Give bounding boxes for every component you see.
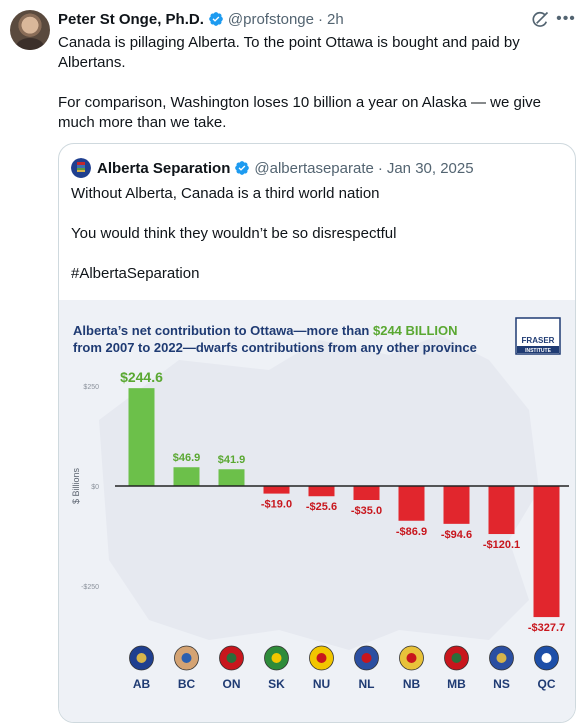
- bar-QC: [533, 486, 560, 618]
- value-label-MB: -$94.6: [441, 529, 472, 541]
- quoted-author-handle[interactable]: @albertaseparate: [254, 160, 373, 177]
- y-tick-label-1: $0: [91, 484, 99, 491]
- quoted-paragraph-1: Without Alberta, Canada is a third world…: [71, 185, 380, 202]
- bar-NL: [353, 486, 380, 500]
- flag-BC-emblem: [181, 653, 192, 663]
- flag-MB-emblem: [451, 653, 462, 663]
- grok-icon[interactable]: [530, 10, 550, 30]
- quoted-tweet-date[interactable]: Jan 30, 2025: [387, 160, 474, 177]
- value-label-NL: -$35.0: [351, 505, 382, 517]
- tweet-header: Peter St Onge, Ph.D. @profstonge · 2h: [58, 10, 344, 28]
- flag-AB-emblem: [136, 653, 147, 663]
- value-label-AB: $244.6: [120, 369, 163, 385]
- category-label-AB: AB: [133, 677, 151, 691]
- verified-badge-icon: [235, 161, 250, 175]
- chart-image[interactable]: Alberta’s net contribution to Ottawa—mor…: [59, 300, 575, 722]
- logo-line-2: INSTITUTE: [525, 348, 551, 354]
- bar-NS: [488, 486, 515, 535]
- y-axis-label: $ Billions: [71, 467, 81, 504]
- author-name[interactable]: Peter St Onge, Ph.D.: [58, 11, 204, 28]
- bar-MB: [443, 486, 470, 524]
- quoted-header-separator: ·: [377, 159, 383, 177]
- logo-line-1: FRASER: [522, 336, 555, 345]
- flag-NS-emblem: [496, 653, 507, 663]
- bar-SK: [263, 486, 290, 494]
- y-axis-ticks: $250 $0 -$250: [81, 384, 99, 591]
- bar-ON: [218, 469, 245, 486]
- quoted-tweet-header: Alberta Separation @albertaseparate · Ja…: [71, 158, 474, 178]
- verified-badge-icon: [209, 12, 223, 26]
- tweet-paragraph-1: Canada is pillaging Alberta. To the poin…: [58, 34, 520, 71]
- value-label-NS: -$120.1: [483, 539, 520, 551]
- chart-title-highlight: $244 BILLION: [373, 323, 458, 338]
- more-options-icon[interactable]: •••: [556, 9, 576, 29]
- chart-title-line-1: Alberta’s net contribution to Ottawa—mor…: [73, 323, 458, 338]
- flag-NB-emblem: [406, 653, 417, 663]
- flag-ON-emblem: [226, 653, 237, 663]
- y-tick-label-2: -$250: [81, 584, 99, 591]
- category-label-SK: SK: [268, 677, 285, 691]
- category-label-QC: QC: [538, 677, 556, 691]
- y-tick-label-0: $250: [83, 384, 99, 391]
- flag-QC-emblem: [541, 653, 552, 663]
- category-labels: AB BC ON SK NU NL NB MB NS QC: [133, 677, 556, 691]
- value-label-NB: -$86.9: [396, 526, 427, 538]
- chart-title-prefix: Alberta’s net contribution to Ottawa—mor…: [73, 323, 373, 338]
- category-label-NB: NB: [403, 677, 421, 691]
- flag-SK-emblem: [271, 653, 282, 663]
- value-label-ON: $41.9: [218, 454, 246, 466]
- bar-NU: [308, 486, 335, 497]
- fraser-institute-logo: FRASER INSTITUTE: [515, 317, 561, 355]
- header-separator: ·: [318, 10, 323, 28]
- category-label-NS: NS: [493, 677, 510, 691]
- alberta-flag-avatar[interactable]: [71, 158, 91, 178]
- bar-NB: [398, 486, 425, 521]
- flag-NL-emblem: [361, 653, 372, 663]
- bar-BC: [173, 467, 200, 486]
- category-label-BC: BC: [178, 677, 196, 691]
- tweet-text: Canada is pillaging Alberta. To the poin…: [58, 33, 558, 133]
- tweet-paragraph-2: For comparison, Washington loses 10 bill…: [58, 94, 542, 131]
- quoted-tweet-text: Without Alberta, Canada is a third world…: [71, 184, 561, 284]
- bar-AB: [128, 388, 155, 486]
- category-label-NU: NU: [313, 677, 330, 691]
- bar-chart: Alberta’s net contribution to Ottawa—mor…: [71, 317, 569, 691]
- value-label-NU: -$25.6: [306, 501, 337, 513]
- value-label-SK: -$19.0: [261, 499, 292, 511]
- quoted-author-name[interactable]: Alberta Separation: [97, 160, 230, 177]
- value-label-BC: $46.9: [173, 452, 201, 464]
- chart-title-line-2: from 2007 to 2022—dwarfs contributions f…: [73, 340, 477, 355]
- quoted-paragraph-3[interactable]: #AlbertaSeparation: [71, 264, 561, 284]
- author-handle[interactable]: @profstonge: [228, 11, 314, 28]
- quoted-paragraph-2: You would think they wouldn’t be so disr…: [71, 225, 397, 242]
- category-label-NL: NL: [359, 677, 375, 691]
- category-label-ON: ON: [223, 677, 241, 691]
- flag-NU-emblem: [316, 653, 327, 663]
- author-avatar[interactable]: [10, 10, 50, 50]
- category-label-MB: MB: [447, 677, 466, 691]
- quoted-tweet[interactable]: Alberta Separation @albertaseparate · Ja…: [58, 143, 576, 723]
- value-label-QC: -$327.7: [528, 622, 565, 634]
- province-flags: [129, 645, 559, 671]
- tweet-time[interactable]: 2h: [327, 11, 344, 28]
